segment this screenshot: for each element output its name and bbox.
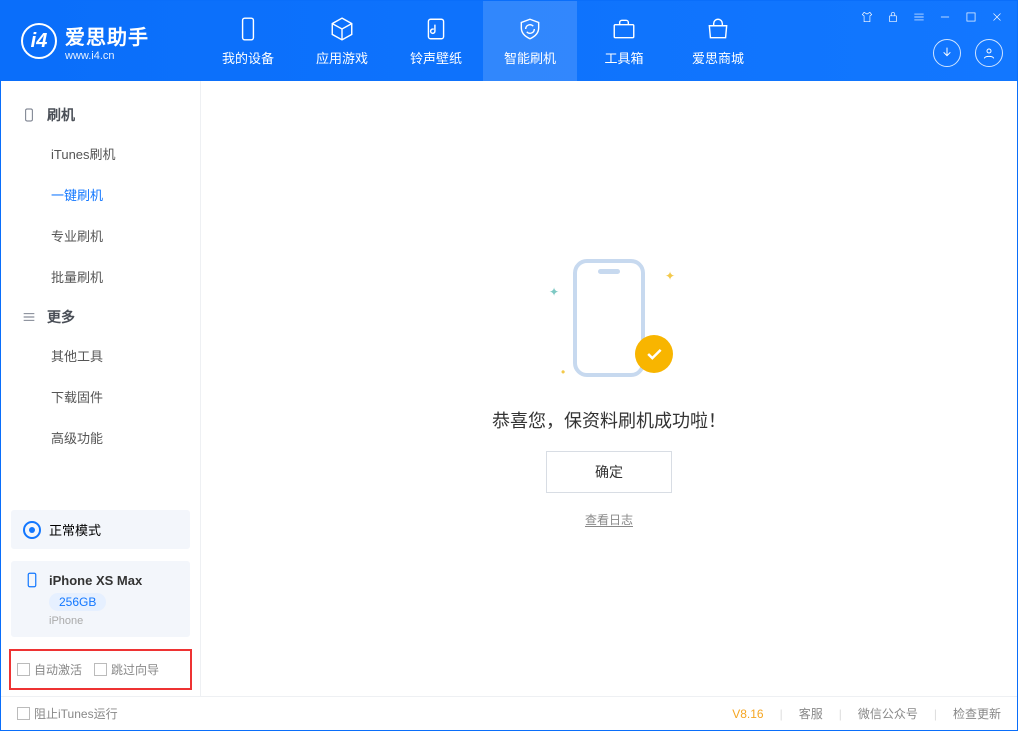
- tab-toolbox[interactable]: 工具箱: [577, 1, 671, 81]
- mode-label: 正常模式: [49, 520, 101, 539]
- device-card[interactable]: iPhone XS Max 256GB iPhone: [11, 561, 190, 637]
- device-type: iPhone: [23, 615, 83, 627]
- header-round-buttons: [933, 39, 1003, 67]
- sparkle-icon: ✦: [665, 269, 675, 283]
- sidebar-group-flash: 刷机: [1, 95, 200, 133]
- main-content: ✦ ✦ • 恭喜您，保资料刷机成功啦！ 确定 查看日志: [201, 81, 1017, 696]
- tab-ringtones-wallpapers[interactable]: 铃声壁纸: [389, 1, 483, 81]
- sidebar-item-oneclick-flash[interactable]: 一键刷机: [1, 174, 200, 215]
- tab-my-device[interactable]: 我的设备: [201, 1, 295, 81]
- device-name: iPhone XS Max: [49, 573, 142, 588]
- download-button[interactable]: [933, 39, 961, 67]
- bottom-options-highlighted: 自动激活 跳过向导: [9, 649, 192, 690]
- sidebar-item-advanced[interactable]: 高级功能: [1, 417, 200, 458]
- checkbox-label: 阻止iTunes运行: [34, 705, 118, 722]
- checkbox-label: 跳过向导: [111, 661, 159, 678]
- tab-label: 爱思商城: [692, 48, 744, 67]
- checkbox-box-icon: [17, 663, 30, 676]
- view-log-link[interactable]: 查看日志: [585, 511, 633, 528]
- sidebar-item-pro-flash[interactable]: 专业刷机: [1, 215, 200, 256]
- ok-button[interactable]: 确定: [546, 451, 672, 493]
- sparkle-icon: •: [561, 365, 565, 379]
- device-phone-icon: [23, 571, 41, 589]
- sparkle-icon: ✦: [549, 285, 559, 299]
- window-controls: [857, 7, 1007, 27]
- success-illustration: ✦ ✦ •: [539, 249, 679, 389]
- sidebar-item-batch-flash[interactable]: 批量刷机: [1, 256, 200, 297]
- maximize-button[interactable]: [961, 7, 981, 27]
- checkbox-box-icon: [17, 707, 30, 720]
- checkmark-badge-icon: [635, 335, 673, 373]
- main-tabs: 我的设备 应用游戏 铃声壁纸 智能刷机 工具箱 爱思商城: [201, 1, 765, 81]
- version-label: V8.16: [732, 707, 763, 721]
- sidebar-group-title: 刷机: [47, 105, 75, 125]
- brand-name: 爱思助手: [65, 21, 149, 50]
- tab-apps-games[interactable]: 应用游戏: [295, 1, 389, 81]
- tab-store[interactable]: 爱思商城: [671, 1, 765, 81]
- shield-refresh-icon: [517, 16, 543, 42]
- app-window: i4 爱思助手 www.i4.cn 我的设备 应用游戏 铃声壁纸 智能刷机: [0, 0, 1018, 731]
- mode-card[interactable]: 正常模式: [11, 510, 190, 549]
- titlebar: i4 爱思助手 www.i4.cn 我的设备 应用游戏 铃声壁纸 智能刷机: [1, 1, 1017, 81]
- cube-icon: [329, 16, 355, 42]
- shirt-icon[interactable]: [857, 7, 877, 27]
- list-icon: [21, 309, 37, 325]
- sidebar-item-other-tools[interactable]: 其他工具: [1, 335, 200, 376]
- checkbox-label: 自动激活: [34, 661, 82, 678]
- tab-label: 铃声壁纸: [410, 48, 462, 67]
- skip-guide-checkbox[interactable]: 跳过向导: [94, 661, 159, 678]
- body: 刷机 iTunes刷机 一键刷机 专业刷机 批量刷机 更多 其他工具 下载固件 …: [1, 81, 1017, 696]
- check-update-link[interactable]: 检查更新: [953, 705, 1001, 722]
- customer-service-link[interactable]: 客服: [799, 705, 823, 722]
- toolbox-icon: [611, 16, 637, 42]
- sidebar-item-download-firmware[interactable]: 下载固件: [1, 376, 200, 417]
- tab-label: 应用游戏: [316, 48, 368, 67]
- tab-smart-flash[interactable]: 智能刷机: [483, 1, 577, 81]
- auto-activate-checkbox[interactable]: 自动激活: [17, 661, 82, 678]
- menu-icon[interactable]: [909, 7, 929, 27]
- minimize-button[interactable]: [935, 7, 955, 27]
- store-icon: [705, 16, 731, 42]
- tab-label: 智能刷机: [504, 48, 556, 67]
- checkbox-box-icon: [94, 663, 107, 676]
- sidebar-item-itunes-flash[interactable]: iTunes刷机: [1, 133, 200, 174]
- success-message: 恭喜您，保资料刷机成功啦！: [492, 407, 726, 433]
- block-itunes-checkbox[interactable]: 阻止iTunes运行: [17, 705, 118, 722]
- sidebar-group-title: 更多: [47, 307, 75, 327]
- tab-label: 工具箱: [604, 48, 643, 67]
- statusbar: 阻止iTunes运行 V8.16 | 客服 | 微信公众号 | 检查更新: [1, 696, 1017, 730]
- brand-logo-icon: i4: [21, 23, 57, 59]
- user-button[interactable]: [975, 39, 1003, 67]
- music-note-icon: [423, 16, 449, 42]
- sidebar: 刷机 iTunes刷机 一键刷机 专业刷机 批量刷机 更多 其他工具 下载固件 …: [1, 81, 201, 696]
- brand-url: www.i4.cn: [65, 50, 149, 62]
- phone-icon: [235, 16, 261, 42]
- phone-outline-icon: [21, 107, 37, 123]
- phone-outline-icon: [573, 259, 645, 377]
- wechat-link[interactable]: 微信公众号: [858, 705, 918, 722]
- mode-dot-icon: [23, 521, 41, 539]
- device-storage-badge: 256GB: [49, 593, 106, 611]
- brand: i4 爱思助手 www.i4.cn: [1, 1, 201, 81]
- close-button[interactable]: [987, 7, 1007, 27]
- sidebar-group-more: 更多: [1, 297, 200, 335]
- lock-icon[interactable]: [883, 7, 903, 27]
- tab-label: 我的设备: [222, 48, 274, 67]
